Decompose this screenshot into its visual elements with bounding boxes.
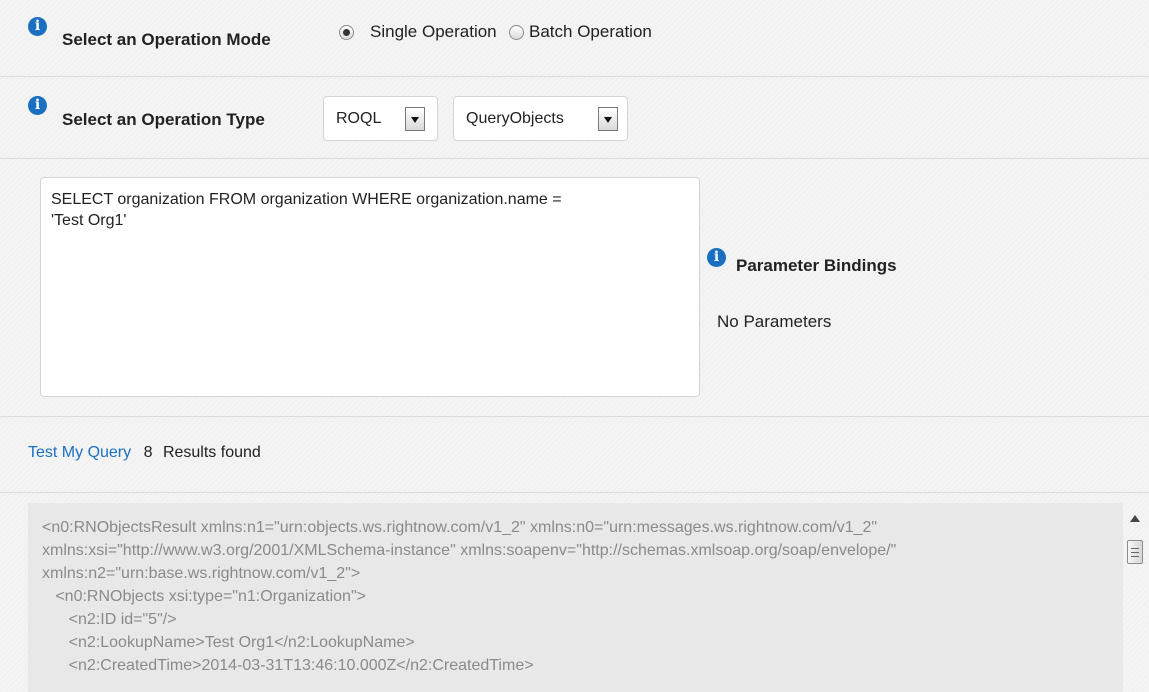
no-parameters-text: No Parameters: [717, 312, 832, 331]
divider: [0, 492, 1149, 493]
batch-operation-label[interactable]: Batch Operation: [529, 22, 652, 42]
result-line: xmlns:xsi="http://www.w3.org/2001/XMLSch…: [42, 542, 897, 559]
test-query-row: Test My Query 8 Results found: [28, 444, 261, 462]
chevron-down-icon[interactable]: [598, 107, 618, 131]
result-line: <n2:LookupName>Test Org1</n2:LookupName>: [42, 634, 415, 651]
single-operation-label[interactable]: Single Operation: [370, 22, 497, 42]
single-operation-radio[interactable]: [339, 25, 354, 40]
result-line: <n0:RNObjects xsi:type="n1:Organization"…: [42, 588, 366, 605]
batch-operation-radio[interactable]: [509, 25, 524, 40]
operation-mode-info-icon[interactable]: i: [28, 17, 47, 36]
operation-type-label: Select an Operation Type: [62, 110, 265, 129]
operation-select[interactable]: QueryObjects: [453, 96, 628, 141]
operation-mode-label: Select an Operation Mode: [62, 30, 271, 49]
result-line: <n2:CreatedTime>2014-03-31T13:46:10.000Z…: [42, 657, 534, 674]
results-count: 8: [143, 444, 153, 461]
divider: [0, 416, 1149, 417]
language-select-value: ROQL: [336, 110, 382, 127]
parameter-bindings-heading: Parameter Bindings: [736, 256, 897, 275]
results-found-label: Results found: [162, 444, 261, 461]
divider: [0, 158, 1149, 159]
result-line: <n2:ID id="5"/>: [42, 611, 177, 628]
parameter-bindings-info-icon[interactable]: i: [707, 248, 726, 267]
result-xml-output[interactable]: <n0:RNObjectsResult xmlns:n1="urn:object…: [28, 503, 1123, 692]
operation-type-info-icon[interactable]: i: [28, 96, 47, 115]
result-line: xmlns:n2="urn:base.ws.rightnow.com/v1_2"…: [42, 565, 361, 582]
scroll-up-arrow-icon[interactable]: [1130, 515, 1140, 522]
query-textarea[interactable]: SELECT organization FROM organization WH…: [40, 177, 700, 397]
chevron-down-icon[interactable]: [405, 107, 425, 131]
divider: [0, 76, 1149, 77]
operation-select-value: QueryObjects: [466, 110, 564, 127]
test-my-query-link[interactable]: Test My Query: [28, 444, 131, 461]
language-select[interactable]: ROQL: [323, 96, 438, 141]
scrollbar-thumb[interactable]: [1127, 540, 1143, 564]
result-line: <n0:RNObjectsResult xmlns:n1="urn:object…: [42, 519, 878, 536]
